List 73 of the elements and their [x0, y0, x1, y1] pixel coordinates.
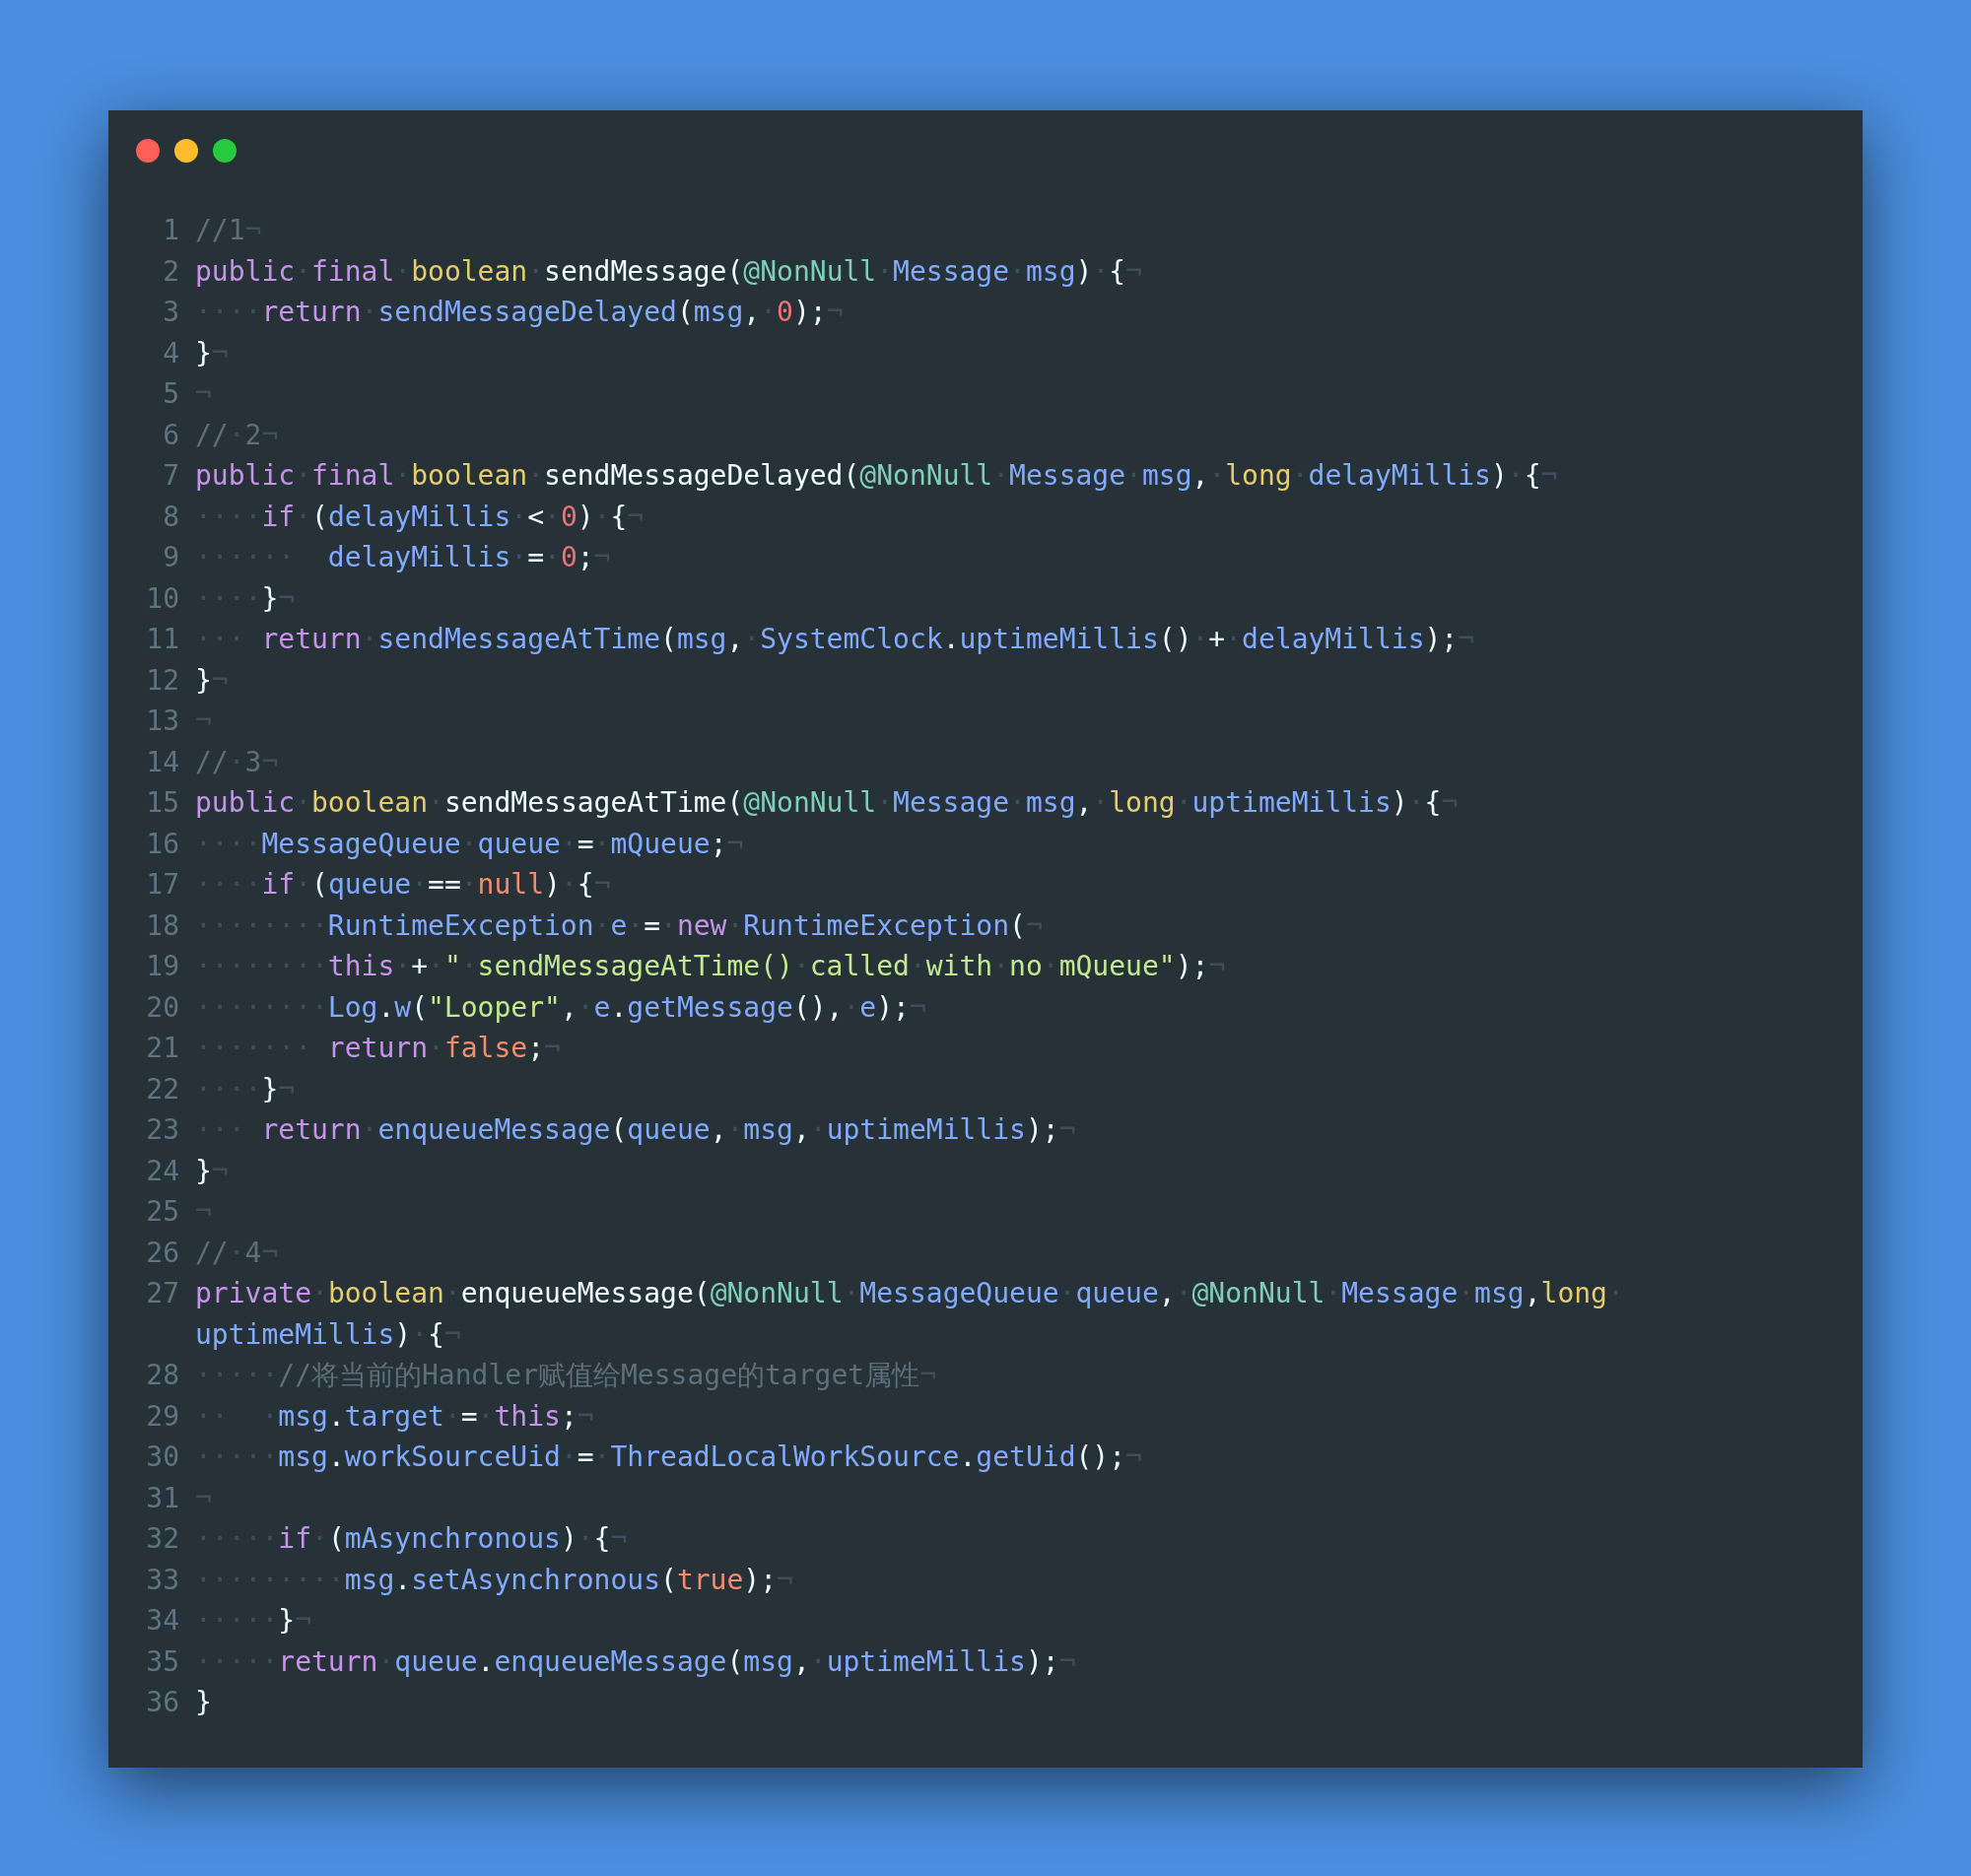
line-number: 29	[145, 1398, 179, 1435]
line-number: 18	[145, 907, 179, 944]
line-number: 16	[145, 826, 179, 862]
line-number: 21	[145, 1031, 179, 1066]
line-number: 25	[145, 1194, 179, 1230]
line-number: 34	[145, 1603, 179, 1639]
line-number: 2	[162, 253, 179, 290]
code-line: ·····return·queue.enqueueMessage(msg,·uptimeMillis);¬	[195, 1643, 1076, 1680]
line-number: 1	[162, 213, 179, 248]
line-number: 17	[145, 867, 179, 903]
code-line: ····}¬	[195, 580, 296, 617]
code-line: //1¬	[195, 213, 262, 248]
line-number: 20	[145, 989, 179, 1026]
line-number: 31	[145, 1480, 179, 1516]
code-line: ····if·(delayMillis·<·0)·{¬	[195, 499, 645, 535]
code-line: }¬	[195, 1153, 229, 1189]
code-line: public·boolean·sendMessageAtTime(@NonNull·Message·msg,·long·uptimeMillis)·{¬	[195, 785, 1459, 821]
line-number: 3	[162, 295, 179, 330]
code-line: //·3¬	[195, 744, 279, 780]
code-line: ····MessageQueue·queue·=·mQueue;¬	[195, 826, 744, 862]
code-line: //·2¬	[195, 417, 279, 453]
code-line: ····return·sendMessageDelayed(msg,·0);¬	[195, 295, 844, 330]
code-line: ····}¬	[195, 1071, 296, 1107]
code-line: ¬	[195, 1480, 212, 1516]
code-line: ····if·(queue·==·null)·{¬	[195, 867, 611, 903]
code-line: ¬	[195, 1194, 212, 1230]
line-number: 10	[145, 580, 179, 617]
line-number: 28	[145, 1358, 179, 1393]
line-number: 4	[162, 335, 179, 371]
line-number: 6	[162, 417, 179, 453]
line-number: 19	[145, 949, 179, 984]
line-number: 36	[145, 1685, 179, 1720]
line-number: 12	[145, 662, 179, 699]
code-line: ·········msg.setAsynchronous(true);¬	[195, 1562, 793, 1598]
line-number: 23	[145, 1112, 179, 1148]
line-number: 15	[145, 785, 179, 821]
line-number: 11	[145, 622, 179, 657]
code-line: ·····}¬	[195, 1603, 311, 1639]
line-number: 5	[162, 376, 179, 412]
code-line: ·····//将当前的Handler赋值给Message的target属性¬	[195, 1358, 937, 1393]
line-number: 32	[145, 1521, 179, 1557]
code-line: ········this·+·"·sendMessageAtTime()·called·with·no·mQueue");¬	[195, 949, 1226, 984]
line-number: 33	[145, 1562, 179, 1598]
line-number: 14	[145, 744, 179, 780]
line-number: 9	[162, 540, 179, 575]
code-line: }¬	[195, 662, 229, 699]
line-number: 13	[145, 704, 179, 739]
code-line: public·final·boolean·sendMessage(@NonNull·Message·msg)·{¬	[195, 253, 1142, 290]
code-line: ¬	[195, 704, 212, 739]
line-number: 7	[162, 458, 179, 494]
line-number: 30	[145, 1440, 179, 1475]
code-line: private·boolean·enqueueMessage(@NonNull·MessageQueue·queue,·@NonNull·Message·msg,long·	[195, 1276, 1624, 1311]
line-number: 22	[145, 1071, 179, 1107]
code-line: uptimeMillis)·{¬	[195, 1316, 461, 1353]
code-line: //·4¬	[195, 1235, 279, 1271]
code-line: ········Log.w("Looper",·e.getMessage(),·e);¬	[195, 989, 926, 1026]
line-number: 8	[162, 499, 179, 535]
code-line: }	[195, 1685, 212, 1720]
line-number: 27	[145, 1276, 179, 1311]
code-line: ·····msg.workSourceUid·=·ThreadLocalWorkSource.getUid();¬	[195, 1440, 1142, 1475]
line-number: 24	[145, 1153, 179, 1189]
code-line: ··· return·sendMessageAtTime(msg,·SystemClock.uptimeMillis()·+·delayMillis);¬	[195, 622, 1475, 657]
line-number: 26	[145, 1235, 179, 1271]
code-line: ¬	[195, 376, 212, 412]
code-line: ······· return·false;¬	[195, 1031, 561, 1066]
code-line: ········RuntimeException·e·=·new·RuntimeException(¬	[195, 907, 1043, 944]
code-line: public·final·boolean·sendMessageDelayed(@NonNull·Message·msg,·long·delayMillis)·{¬	[195, 458, 1558, 494]
code-line: ·····if·(mAsynchronous)·{¬	[195, 1521, 628, 1557]
line-number: 35	[145, 1643, 179, 1680]
code-line: }¬	[195, 335, 229, 371]
code-line: ·· ·msg.target·=·this;¬	[195, 1398, 594, 1435]
code-line: ··· return·enqueueMessage(queue,·msg,·uptimeMillis);¬	[195, 1112, 1076, 1148]
code-line: ······ delayMillis·=·0;¬	[195, 540, 611, 575]
